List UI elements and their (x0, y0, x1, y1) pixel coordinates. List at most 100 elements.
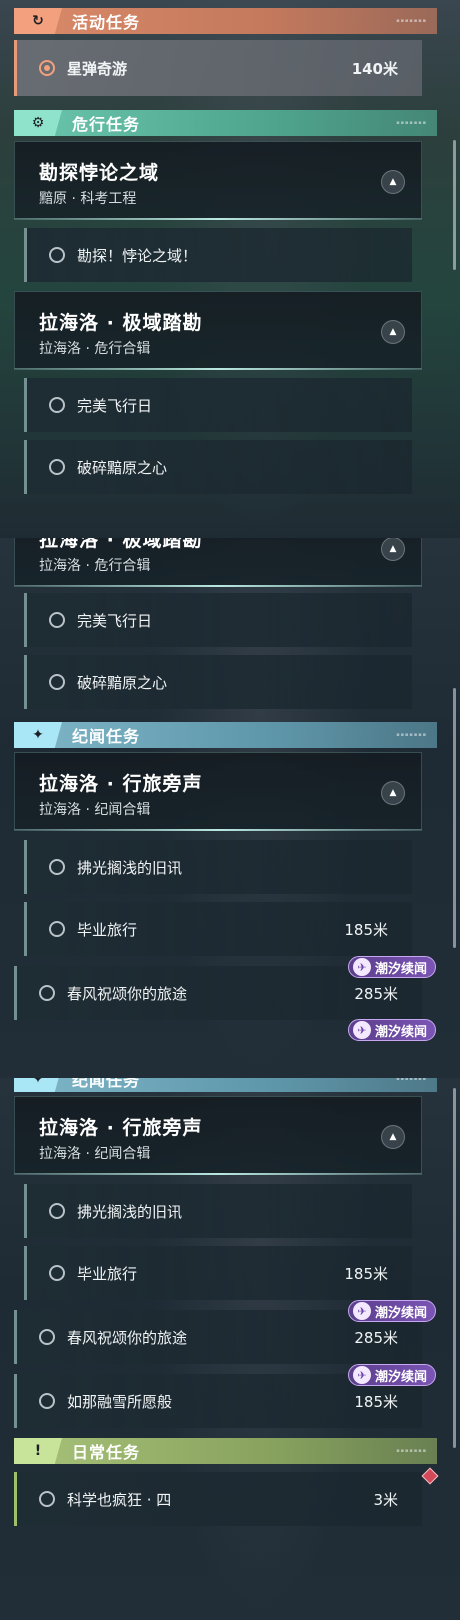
chevron-up-icon[interactable]: ▲ (381, 538, 405, 561)
task-status-icon (49, 674, 65, 690)
header-decoration: ▪▪▪▪▪▪▪ (396, 732, 427, 738)
task-status-icon (49, 1203, 65, 1219)
task-distance: 3米 (373, 1490, 398, 1509)
category-chronicle-header[interactable]: ✦ 纪闻任务 ▪▪▪▪▪▪▪ (14, 722, 437, 748)
task-status-icon (39, 985, 55, 1001)
task-name: 毕业旅行 (77, 920, 138, 939)
group-subtitle: 拉海洛 · 纪闻合辑 (39, 802, 151, 818)
task-status-icon (49, 397, 65, 413)
task-status-icon (39, 1393, 55, 1409)
daily-quest-icon: ! (14, 1438, 62, 1464)
task-name: 破碎黯原之心 (77, 673, 168, 692)
task-name: 春风祝颂你的旅途 (67, 984, 188, 1003)
chevron-up-icon[interactable]: ▲ (381, 170, 405, 194)
tide-chronicle-icon: ✈ (352, 1302, 371, 1320)
header-decoration: ▪▪▪▪▪▪▪ (396, 120, 427, 126)
quest-group-laheluo-chronicle[interactable]: 拉海洛 · 行旅旁声 拉海洛 · 纪闻合辑 ▲ (14, 1096, 422, 1175)
category-label: 日常任务 (72, 1443, 141, 1462)
task-row[interactable]: 毕业旅行 185米 (24, 1246, 412, 1300)
task-name: 完美飞行日 (77, 396, 153, 415)
scrollbar[interactable] (453, 1088, 456, 1448)
group-subtitle: 黯原 · 科考工程 (39, 191, 137, 207)
badge-label: 潮汐续闻 (374, 961, 427, 977)
task-distance: 285米 (354, 1328, 398, 1347)
task-name: 春风祝颂你的旅途 (67, 1328, 188, 1347)
daily-task-row[interactable]: 科学也疯狂 · 四 3米 (14, 1472, 422, 1526)
group-title: 拉海洛 · 极域踏勘 (39, 312, 203, 334)
group-title: 拉海洛 · 行旅旁声 (39, 1117, 203, 1139)
scrollbar[interactable] (453, 140, 456, 270)
group-title: 拉海洛 · 极域踏勘 (39, 538, 203, 551)
badge-label: 潮汐续闻 (374, 1369, 427, 1385)
header-decoration: ▪▪▪▪▪▪▪ (396, 18, 427, 24)
group-subtitle: 拉海洛 · 危行合辑 (39, 341, 151, 357)
chevron-up-icon[interactable]: ▲ (381, 1125, 405, 1149)
task-distance: 185米 (344, 1264, 388, 1283)
task-distance: 185米 (354, 1392, 398, 1411)
task-status-icon (39, 1491, 55, 1507)
tide-chronicle-icon: ✈ (352, 1366, 371, 1384)
category-danger-header[interactable]: ⚙ 危行任务 ▪▪▪▪▪▪▪ (14, 110, 437, 136)
task-distance: 140米 (351, 59, 398, 78)
task-row[interactable]: 完美飞行日 (24, 593, 412, 647)
quest-group-laheluo-chronicle[interactable]: 拉海洛 · 行旅旁声 拉海洛 · 纪闻合辑 ▲ (14, 752, 422, 831)
badge-label: 潮汐续闻 (374, 1305, 427, 1321)
task-name: 拂光搁浅的旧讯 (77, 1202, 183, 1221)
quest-panel-middle: 拉海洛 · 极域踏勘 拉海洛 · 危行合辑 ▲ 完美飞行日 破碎黯原之心 ✦ 纪… (0, 538, 460, 1078)
quest-panel-bottom: ✦ 纪闻任务 ▪▪▪▪▪▪▪ 拉海洛 · 行旅旁声 拉海洛 · 纪闻合辑 ▲ 拂… (0, 1078, 460, 1620)
task-status-icon (49, 612, 65, 628)
task-row[interactable]: 勘探！悖论之域！ (24, 228, 412, 282)
task-status-icon (49, 921, 65, 937)
event-task-row[interactable]: 星弹奇游 140米 (14, 40, 422, 96)
group-subtitle: 拉海洛 · 危行合辑 (39, 558, 151, 574)
tide-chronicle-badge: ✈ 潮汐续闻 (347, 956, 436, 978)
group-title: 勘探悖论之域 (39, 162, 160, 184)
chevron-up-icon[interactable]: ▲ (381, 320, 405, 344)
task-name: 如那融雪所愿般 (67, 1392, 173, 1411)
tide-chronicle-badge: ✈ 潮汐续闻 (347, 1364, 436, 1386)
task-status-icon (39, 1329, 55, 1345)
task-name: 破碎黯原之心 (77, 458, 168, 477)
task-name: 拂光搁浅的旧讯 (77, 858, 183, 877)
task-row[interactable]: 完美飞行日 (24, 378, 412, 432)
header-decoration: ▪▪▪▪▪▪▪ (396, 1448, 427, 1454)
group-title: 拉海洛 · 行旅旁声 (39, 773, 203, 795)
category-daily-header[interactable]: ! 日常任务 ▪▪▪▪▪▪▪ (14, 1438, 437, 1464)
task-row[interactable]: 破碎黯原之心 (24, 655, 412, 709)
event-quest-icon: ↻ (14, 8, 62, 34)
category-chronicle-header[interactable]: ✦ 纪闻任务 ▪▪▪▪▪▪▪ (14, 1078, 437, 1092)
task-name: 毕业旅行 (77, 1264, 138, 1283)
quest-group-explore[interactable]: 勘探悖论之域 黯原 · 科考工程 ▲ (14, 141, 422, 220)
tide-chronicle-icon: ✈ (352, 1021, 371, 1039)
task-row[interactable]: 拂光搁浅的旧讯 (24, 1184, 412, 1238)
task-row[interactable]: 破碎黯原之心 (24, 440, 412, 494)
task-name: 勘探！悖论之域！ (77, 246, 198, 265)
category-event-header[interactable]: ↻ 活动任务 ▪▪▪▪▪▪▪ (14, 8, 437, 34)
chronicle-quest-icon: ✦ (14, 1078, 62, 1092)
task-row[interactable]: 拂光搁浅的旧讯 (24, 840, 412, 894)
quest-panel-top: ↻ 活动任务 ▪▪▪▪▪▪▪ 星弹奇游 140米 ⚙ 危行任务 ▪▪▪▪▪▪▪ … (0, 0, 460, 538)
task-name: 完美飞行日 (77, 611, 153, 630)
chevron-up-icon[interactable]: ▲ (381, 781, 405, 805)
category-label: 纪闻任务 (72, 1078, 141, 1090)
quest-group-laheluo-danger[interactable]: 拉海洛 · 极域踏勘 拉海洛 · 危行合辑 ▲ (14, 538, 422, 587)
task-distance: 185米 (344, 920, 388, 939)
task-status-icon (49, 1265, 65, 1281)
group-subtitle: 拉海洛 · 纪闻合辑 (39, 1146, 151, 1162)
tide-chronicle-badge: ✈ 潮汐续闻 (347, 1019, 436, 1041)
task-status-icon (39, 60, 55, 76)
chronicle-quest-icon: ✦ (14, 722, 62, 748)
category-label: 危行任务 (72, 115, 141, 134)
category-label: 活动任务 (72, 13, 141, 32)
tide-chronicle-icon: ✈ (352, 958, 371, 976)
task-row[interactable]: 毕业旅行 185米 (24, 902, 412, 956)
quest-group-laheluo-danger[interactable]: 拉海洛 · 极域踏勘 拉海洛 · 危行合辑 ▲ (14, 291, 422, 370)
task-status-icon (49, 247, 65, 263)
danger-quest-icon: ⚙ (14, 110, 62, 136)
header-decoration: ▪▪▪▪▪▪▪ (396, 1078, 427, 1082)
scrollbar[interactable] (453, 688, 456, 948)
task-name: 星弹奇游 (67, 59, 128, 78)
tide-chronicle-badge: ✈ 潮汐续闻 (347, 1300, 436, 1322)
task-name: 科学也疯狂 · 四 (67, 1490, 172, 1509)
category-label: 纪闻任务 (72, 727, 141, 746)
